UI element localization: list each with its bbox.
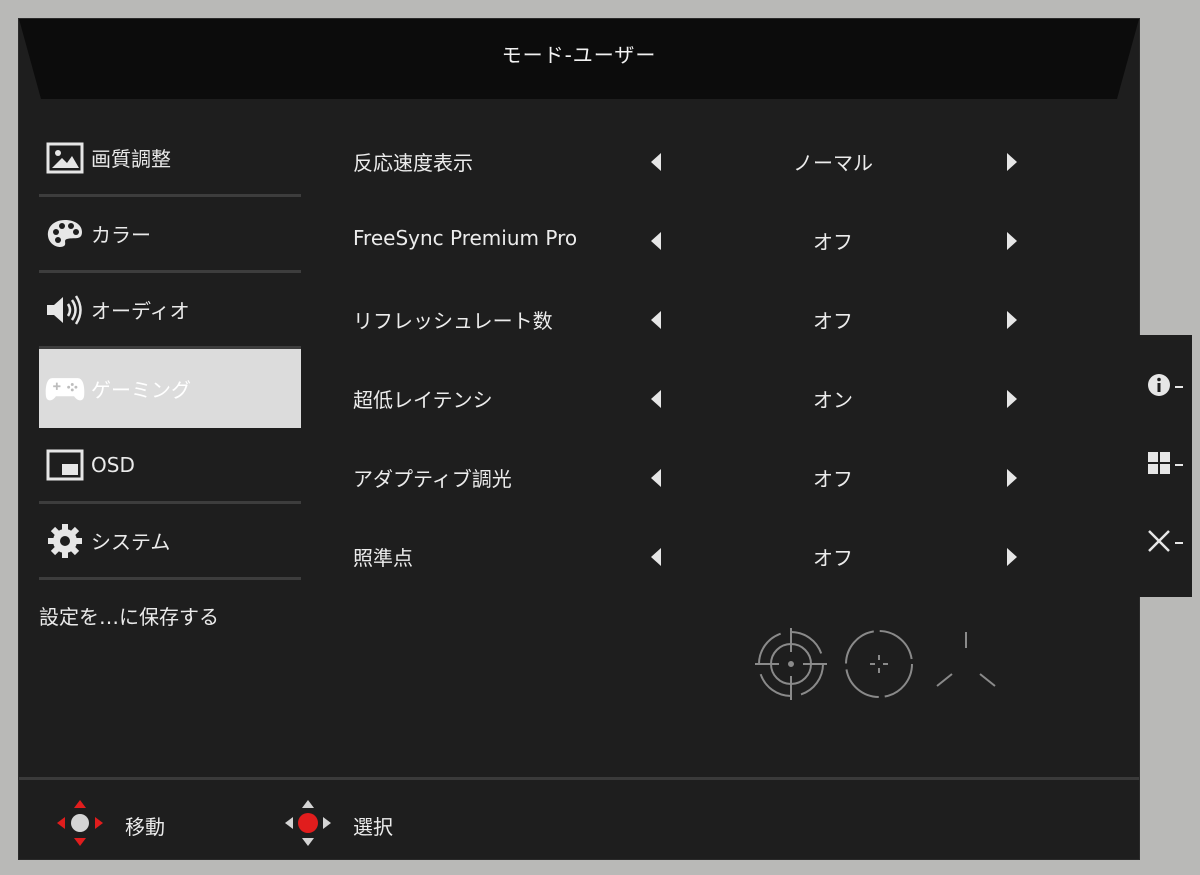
sidebar-item-label: ゲーミング <box>91 378 191 402</box>
sidebar-item-label: 画質調整 <box>91 147 171 171</box>
dpad-select-icon <box>283 798 333 852</box>
gear-icon <box>45 521 85 561</box>
setting-label: リフレッシュレート数 <box>353 309 553 333</box>
osd-header: モード-ユーザー <box>19 19 1139 101</box>
arrow-right-icon[interactable] <box>1007 548 1017 566</box>
setting-value: オン <box>813 388 853 412</box>
crosshair-options <box>753 624 1013 704</box>
settings-list: 反応速度表示 ノーマル FreeSync Premium Pro オフ リフレッ… <box>353 129 1053 603</box>
arrow-left-icon[interactable] <box>651 469 661 487</box>
picture-icon <box>45 138 85 178</box>
osd-window-icon <box>45 445 85 485</box>
mode-button[interactable] <box>1138 435 1192 495</box>
info-icon <box>1147 373 1171 401</box>
close-button[interactable] <box>1138 513 1192 573</box>
sidebar: 画質調整 カラー オーディオ ゲーミング OSD システム 設定を…に保存する <box>39 121 301 650</box>
sidebar-item-audio[interactable]: オーディオ <box>39 273 301 349</box>
arrow-right-icon[interactable] <box>1007 469 1017 487</box>
setting-row-low-latency[interactable]: 超低レイテンシ オン <box>353 366 1053 445</box>
setting-label: 反応速度表示 <box>353 151 473 175</box>
setting-row-aim-point[interactable]: 照準点 オフ <box>353 524 1053 603</box>
setting-row-adaptive-dimming[interactable]: アダプティブ調光 オフ <box>353 445 1053 524</box>
sidebar-item-picture[interactable]: 画質調整 <box>39 121 301 197</box>
move-label: 移動 <box>125 814 165 839</box>
info-button[interactable] <box>1138 357 1192 417</box>
setting-label: アダプティブ調光 <box>353 467 512 491</box>
save-settings-item[interactable]: 設定を…に保存する <box>39 580 301 650</box>
palette-icon <box>45 214 85 254</box>
arrow-right-icon[interactable] <box>1007 311 1017 329</box>
sidebar-item-label: OSD <box>91 452 135 477</box>
gamepad-icon <box>45 369 85 409</box>
setting-label: 照準点 <box>353 546 413 570</box>
setting-value: ノーマル <box>793 151 873 175</box>
setting-value: オフ <box>813 546 853 570</box>
setting-row-freesync[interactable]: FreeSync Premium Pro オフ <box>353 208 1053 287</box>
grid-icon <box>1147 451 1171 479</box>
footer-nav: 移動 選択 <box>19 780 1139 859</box>
sidebar-item-system[interactable]: システム <box>39 504 301 580</box>
dpad-move-icon <box>55 798 105 852</box>
arrow-left-icon[interactable] <box>651 548 661 566</box>
quick-key-panel <box>1138 335 1192 597</box>
crosshair-ring-icon[interactable] <box>845 630 913 698</box>
sidebar-item-label: システム <box>91 530 171 554</box>
move-hint: 移動 <box>55 798 165 852</box>
page-title: モード-ユーザー <box>501 43 657 67</box>
crosshair-tri-icon[interactable] <box>936 632 996 687</box>
crosshair-circle-icon[interactable] <box>755 628 827 700</box>
sidebar-item-gaming[interactable]: ゲーミング <box>39 349 301 428</box>
arrow-left-icon[interactable] <box>651 311 661 329</box>
speaker-icon <box>45 290 85 330</box>
close-icon <box>1147 529 1171 557</box>
arrow-left-icon[interactable] <box>651 390 661 408</box>
select-hint: 選択 <box>283 798 393 852</box>
arrow-right-icon[interactable] <box>1007 390 1017 408</box>
sidebar-item-label: オーディオ <box>91 299 190 323</box>
sidebar-item-color[interactable]: カラー <box>39 197 301 273</box>
arrow-right-icon[interactable] <box>1007 232 1017 250</box>
save-settings-label: 設定を…に保存する <box>39 604 219 629</box>
select-label: 選択 <box>353 814 393 839</box>
sidebar-item-label: カラー <box>91 223 151 247</box>
setting-label: FreeSync Premium Pro <box>353 226 578 250</box>
setting-label: 超低レイテンシ <box>353 388 493 412</box>
osd-menu: モード-ユーザー 画質調整 カラー オーディオ ゲーミング OSD システム 設… <box>18 18 1140 860</box>
arrow-left-icon[interactable] <box>651 232 661 250</box>
arrow-right-icon[interactable] <box>1007 153 1017 171</box>
setting-value: オフ <box>813 309 853 333</box>
setting-row-refresh-rate[interactable]: リフレッシュレート数 オフ <box>353 287 1053 366</box>
setting-row-overdrive[interactable]: 反応速度表示 ノーマル <box>353 129 1053 208</box>
sidebar-item-osd[interactable]: OSD <box>39 428 301 504</box>
setting-value: オフ <box>813 467 853 491</box>
arrow-left-icon[interactable] <box>651 153 661 171</box>
setting-value: オフ <box>813 230 853 254</box>
